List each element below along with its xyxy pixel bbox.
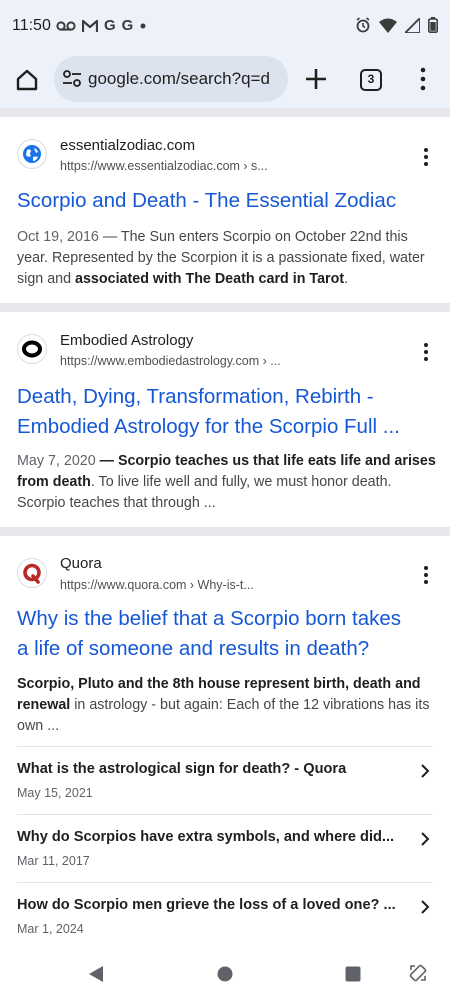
chevron-right-icon xyxy=(421,764,430,778)
related-question-date: Mar 1, 2024 xyxy=(17,922,84,936)
result-title-line[interactable]: Death, Dying, Transformation, Rebirth - xyxy=(17,382,437,412)
result-title-line[interactable]: a life of someone and results in death? xyxy=(17,634,437,664)
google-icon: G xyxy=(121,17,134,34)
browser-toolbar: google.com/search?q=d 3 xyxy=(0,52,450,108)
site-favicon xyxy=(17,139,47,169)
search-result: Embodied Astrology https://www.embodieda… xyxy=(0,312,450,527)
status-bar: 11:50 G G xyxy=(0,0,450,52)
rotate-icon[interactable] xyxy=(409,964,427,982)
related-question-text[interactable]: How do Scorpio men grieve the loss of a … xyxy=(17,897,402,913)
voicemail-icon xyxy=(56,21,76,31)
more-options-icon[interactable] xyxy=(420,565,432,585)
related-question-row[interactable]: How do Scorpio men grieve the loss of a … xyxy=(17,882,433,950)
site-name[interactable]: Embodied Astrology xyxy=(60,332,193,349)
related-question-row[interactable]: What is the astrological sign for death?… xyxy=(17,746,433,814)
recents-icon[interactable] xyxy=(345,966,361,982)
home-button[interactable] xyxy=(12,65,42,95)
snippet-text: in astrology - but again: Each of the 12… xyxy=(17,697,430,734)
snippet-date: Oct 19, 2016 xyxy=(17,229,99,245)
back-icon[interactable] xyxy=(87,965,105,983)
result-title-text[interactable]: Scorpio and Death - The Essential Zodiac xyxy=(17,189,396,212)
divider xyxy=(0,108,450,117)
home-icon xyxy=(16,69,38,91)
result-title-line[interactable]: Embodied Astrology for the Scorpio Full … xyxy=(17,412,437,442)
chevron-right-icon xyxy=(421,900,430,914)
related-question-text[interactable]: Why do Scorpios have extra symbols, and … xyxy=(17,829,402,845)
result-title-line[interactable]: Why is the belief that a Scorpio born ta… xyxy=(17,604,437,634)
result-title[interactable]: Death, Dying, Transformation, Rebirth - … xyxy=(17,382,437,442)
chevron-right-icon xyxy=(421,832,430,846)
divider xyxy=(0,527,450,536)
alarm-icon xyxy=(356,17,370,33)
result-title[interactable]: Scorpio and Death - The Essential Zodiac xyxy=(17,186,437,216)
site-url[interactable]: https://www.essentialzodiac.com › s... xyxy=(60,159,268,173)
snippet-text: . xyxy=(344,271,349,287)
globe-icon xyxy=(23,145,41,163)
system-navigation-bar xyxy=(0,948,450,1000)
more-options-icon[interactable] xyxy=(420,147,432,167)
result-snippet: Oct 19, 2016 — The Sun enters Scorpio on… xyxy=(17,227,437,290)
result-snippet: Scorpio, Pluto and the 8th house represe… xyxy=(17,674,437,737)
url-text[interactable]: google.com/search?q=d xyxy=(88,69,282,89)
site-favicon xyxy=(17,334,47,364)
related-question-date: Mar 11, 2017 xyxy=(17,854,90,868)
snippet-dash: — xyxy=(95,453,118,469)
status-time: 11:50 xyxy=(12,17,51,34)
system-icons xyxy=(355,17,438,33)
tab-switcher-button[interactable]: 3 xyxy=(360,69,382,91)
snippet-date: May 7, 2020 xyxy=(17,453,96,469)
gmail-icon xyxy=(82,19,98,32)
site-name[interactable]: Quora xyxy=(60,555,102,572)
new-tab-button[interactable] xyxy=(303,66,329,92)
result-snippet: May 7, 2020 — Scorpio teaches us that li… xyxy=(17,451,437,514)
search-result: Quora https://www.quora.com › Why-is-t..… xyxy=(0,536,450,948)
search-result: essentialzodiac.com https://www.essentia… xyxy=(0,117,450,303)
signal-icon xyxy=(405,17,420,33)
site-url[interactable]: https://www.embodiedastrology.com › ... xyxy=(60,354,281,368)
more-options-icon[interactable] xyxy=(420,342,432,362)
site-settings-icon[interactable] xyxy=(62,70,82,88)
related-question-date: May 15, 2021 xyxy=(17,786,93,800)
home-nav-icon[interactable] xyxy=(217,966,233,982)
quora-logo-icon xyxy=(23,563,41,584)
divider xyxy=(0,303,450,312)
google-icon: G xyxy=(104,17,116,34)
wifi-icon xyxy=(379,18,397,33)
dot-icon xyxy=(140,23,146,29)
site-url[interactable]: https://www.quora.com › Why-is-t... xyxy=(60,578,254,592)
address-bar[interactable]: google.com/search?q=d xyxy=(54,56,288,102)
battery-icon xyxy=(428,17,438,33)
snippet-bold: associated with The Death card in Tarot xyxy=(75,271,345,287)
notification-icons: G G xyxy=(56,16,147,36)
related-question-text[interactable]: What is the astrological sign for death?… xyxy=(17,761,402,777)
site-name[interactable]: essentialzodiac.com xyxy=(60,137,195,154)
site-favicon xyxy=(17,558,47,588)
overflow-menu-button[interactable] xyxy=(418,66,428,92)
result-title[interactable]: Why is the belief that a Scorpio born ta… xyxy=(17,604,437,664)
embodied-astrology-logo-icon xyxy=(22,340,42,358)
related-question-row[interactable]: Why do Scorpios have extra symbols, and … xyxy=(17,814,433,882)
